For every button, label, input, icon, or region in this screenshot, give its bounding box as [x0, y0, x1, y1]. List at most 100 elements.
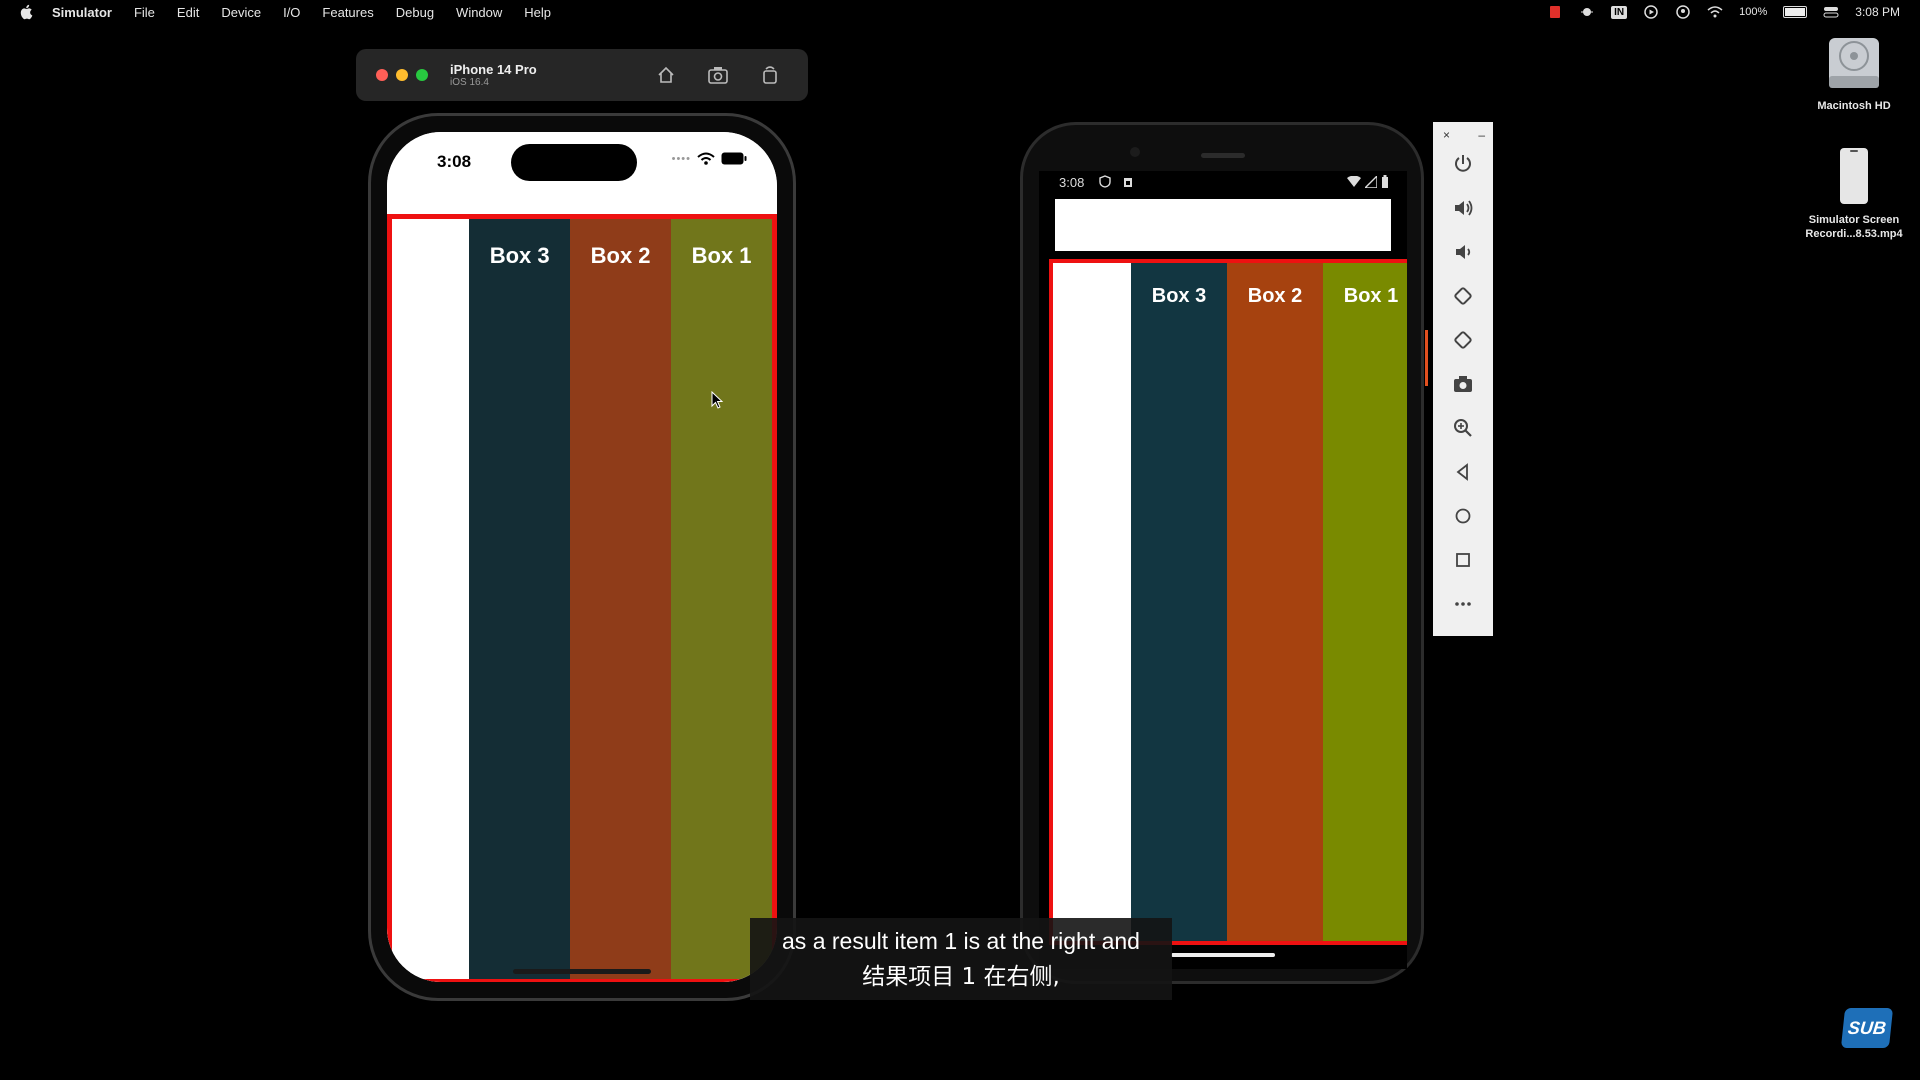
subtitle-line-english: as a result item 1 is at the right and — [782, 928, 1140, 954]
android-flex-container: Box 3 Box 2 Box 1 — [1049, 259, 1407, 945]
wifi-icon[interactable] — [1707, 5, 1723, 19]
desktop-icon-recording[interactable]: Simulator Screen Recordi...8.53.mp4 — [1788, 146, 1920, 241]
subscribe-badge[interactable]: SUB — [1840, 1008, 1894, 1048]
video-subtitle: as a result item 1 is at the right and 结… — [750, 918, 1172, 1000]
box-label: Box 1 — [691, 243, 752, 268]
emulator-window-controls: × – — [1433, 122, 1493, 142]
apple-menu-icon[interactable] — [18, 3, 36, 21]
user-icon[interactable] — [1675, 5, 1691, 19]
empty-space — [1053, 263, 1131, 941]
power-icon — [1455, 155, 1471, 172]
wifi-icon — [1347, 175, 1361, 187]
emulator-resize-accent — [1425, 330, 1428, 386]
window-zoom-button[interactable] — [416, 69, 428, 81]
battery-icon — [721, 152, 747, 165]
menu-app-name[interactable]: Simulator — [52, 5, 112, 20]
menu-edit[interactable]: Edit — [177, 5, 199, 20]
iphone-screen[interactable]: 3:08 •••• Box 3 Box 2 Box 1 — [387, 132, 777, 982]
menu-file[interactable]: File — [134, 5, 155, 20]
window-close-button[interactable] — [376, 69, 388, 81]
shield-icon — [1099, 175, 1111, 191]
android-app-bar — [1055, 199, 1391, 251]
gesture-nav-handle[interactable] — [1171, 953, 1275, 957]
rotate-right-icon — [1454, 331, 1472, 349]
screenshot-button[interactable] — [1433, 362, 1493, 406]
control-center-icon[interactable] — [1823, 5, 1839, 19]
signal-icon — [1365, 175, 1377, 188]
mouse-cursor-icon — [711, 391, 724, 409]
box-2: Box 2 — [570, 219, 672, 979]
volume-down-button[interactable] — [1433, 230, 1493, 274]
android-screen[interactable]: 3:08 Box 3 Box 2 Box 1 — [1039, 171, 1407, 969]
zoom-button[interactable] — [1433, 406, 1493, 450]
more-options-button[interactable] — [1433, 582, 1493, 626]
menu-features[interactable]: Features — [322, 5, 373, 20]
menu-bar-status-area: IN 100% 3:08 PM — [1547, 0, 1900, 24]
record-icon[interactable] — [1547, 5, 1563, 19]
video-file-icon — [1840, 148, 1868, 204]
rotate-left-button[interactable] — [1433, 274, 1493, 318]
menu-debug[interactable]: Debug — [396, 5, 434, 20]
sd-card-icon — [1123, 176, 1133, 191]
volume-down-icon — [1456, 245, 1471, 259]
rotate-right-button[interactable] — [1433, 318, 1493, 362]
earpiece — [1201, 153, 1245, 158]
window-minimize-button[interactable] — [396, 69, 408, 81]
overview-button[interactable] — [1433, 538, 1493, 582]
box-2: Box 2 — [1227, 263, 1323, 941]
menu-io[interactable]: I/O — [283, 5, 300, 20]
signal-dots-icon: •••• — [671, 152, 691, 165]
input-indicator-icon[interactable]: IN — [1611, 5, 1628, 19]
android-status-time: 3:08 — [1059, 175, 1085, 190]
box-1: Box 1 — [1323, 263, 1407, 941]
device-os-version: iOS 16.4 — [450, 77, 489, 88]
bug-icon[interactable] — [1579, 5, 1595, 19]
screenshot-icon[interactable] — [706, 63, 730, 87]
desktop-icon-label: Macintosh HD — [1817, 100, 1891, 112]
ios-status-bar: 3:08 •••• — [387, 132, 777, 194]
power-button[interactable] — [1433, 142, 1493, 186]
box-label: Box 3 — [1151, 285, 1207, 307]
front-camera-icon — [1130, 147, 1140, 157]
menu-bar: Simulator File Edit Device I/O Features … — [0, 0, 1920, 24]
battery-icon[interactable] — [1783, 6, 1808, 18]
home-icon[interactable] — [654, 63, 678, 87]
android-device-frame: 3:08 Box 3 Box 2 Box 1 — [1020, 122, 1424, 984]
device-name: iPhone 14 Pro — [450, 62, 537, 77]
menu-help[interactable]: Help — [524, 5, 551, 20]
wifi-icon — [697, 152, 715, 165]
rotate-icon[interactable] — [758, 63, 782, 87]
back-button[interactable] — [1433, 450, 1493, 494]
box-label: Box 2 — [590, 243, 651, 268]
android-status-bar: 3:08 — [1039, 171, 1407, 193]
box-label: Box 2 — [1247, 285, 1303, 307]
play-icon[interactable] — [1643, 5, 1659, 19]
home-circle-icon — [1455, 508, 1471, 524]
menu-window[interactable]: Window — [456, 5, 502, 20]
box-3: Box 3 — [469, 219, 571, 979]
home-indicator[interactable] — [513, 969, 651, 974]
home-button[interactable] — [1433, 494, 1493, 538]
battery-icon — [1382, 175, 1388, 188]
overview-square-icon — [1456, 553, 1470, 567]
emulator-side-toolbar: × – — [1433, 122, 1493, 636]
menu-device[interactable]: Device — [221, 5, 261, 20]
box-label: Box 1 — [1343, 285, 1399, 307]
device-title: iPhone 14 Pro iOS 16.4 — [450, 62, 537, 88]
android-status-icons — [1347, 175, 1389, 188]
ios-status-icons: •••• — [672, 152, 747, 165]
input-source-label: IN — [1611, 5, 1628, 19]
desktop-icon-macintosh-hd[interactable]: Macintosh HD — [1808, 32, 1900, 113]
ios-flex-container: Box 3 Box 2 Box 1 — [387, 214, 777, 982]
menu-bar-clock[interactable]: 3:08 PM — [1855, 5, 1900, 19]
box-label: Box 3 — [489, 243, 550, 268]
volume-up-button[interactable] — [1433, 186, 1493, 230]
subtitle-line-chinese: 结果项目 1 在右侧, — [862, 964, 1060, 990]
ios-status-time: 3:08 — [437, 152, 472, 171]
empty-space — [392, 219, 470, 979]
emulator-close-button[interactable]: × — [1443, 128, 1450, 142]
simulator-toolbar-buttons — [654, 63, 782, 87]
back-icon — [1456, 463, 1468, 481]
ios-simulator-titlebar[interactable]: iPhone 14 Pro iOS 16.4 — [356, 49, 808, 101]
emulator-minimize-button[interactable]: – — [1478, 128, 1485, 142]
